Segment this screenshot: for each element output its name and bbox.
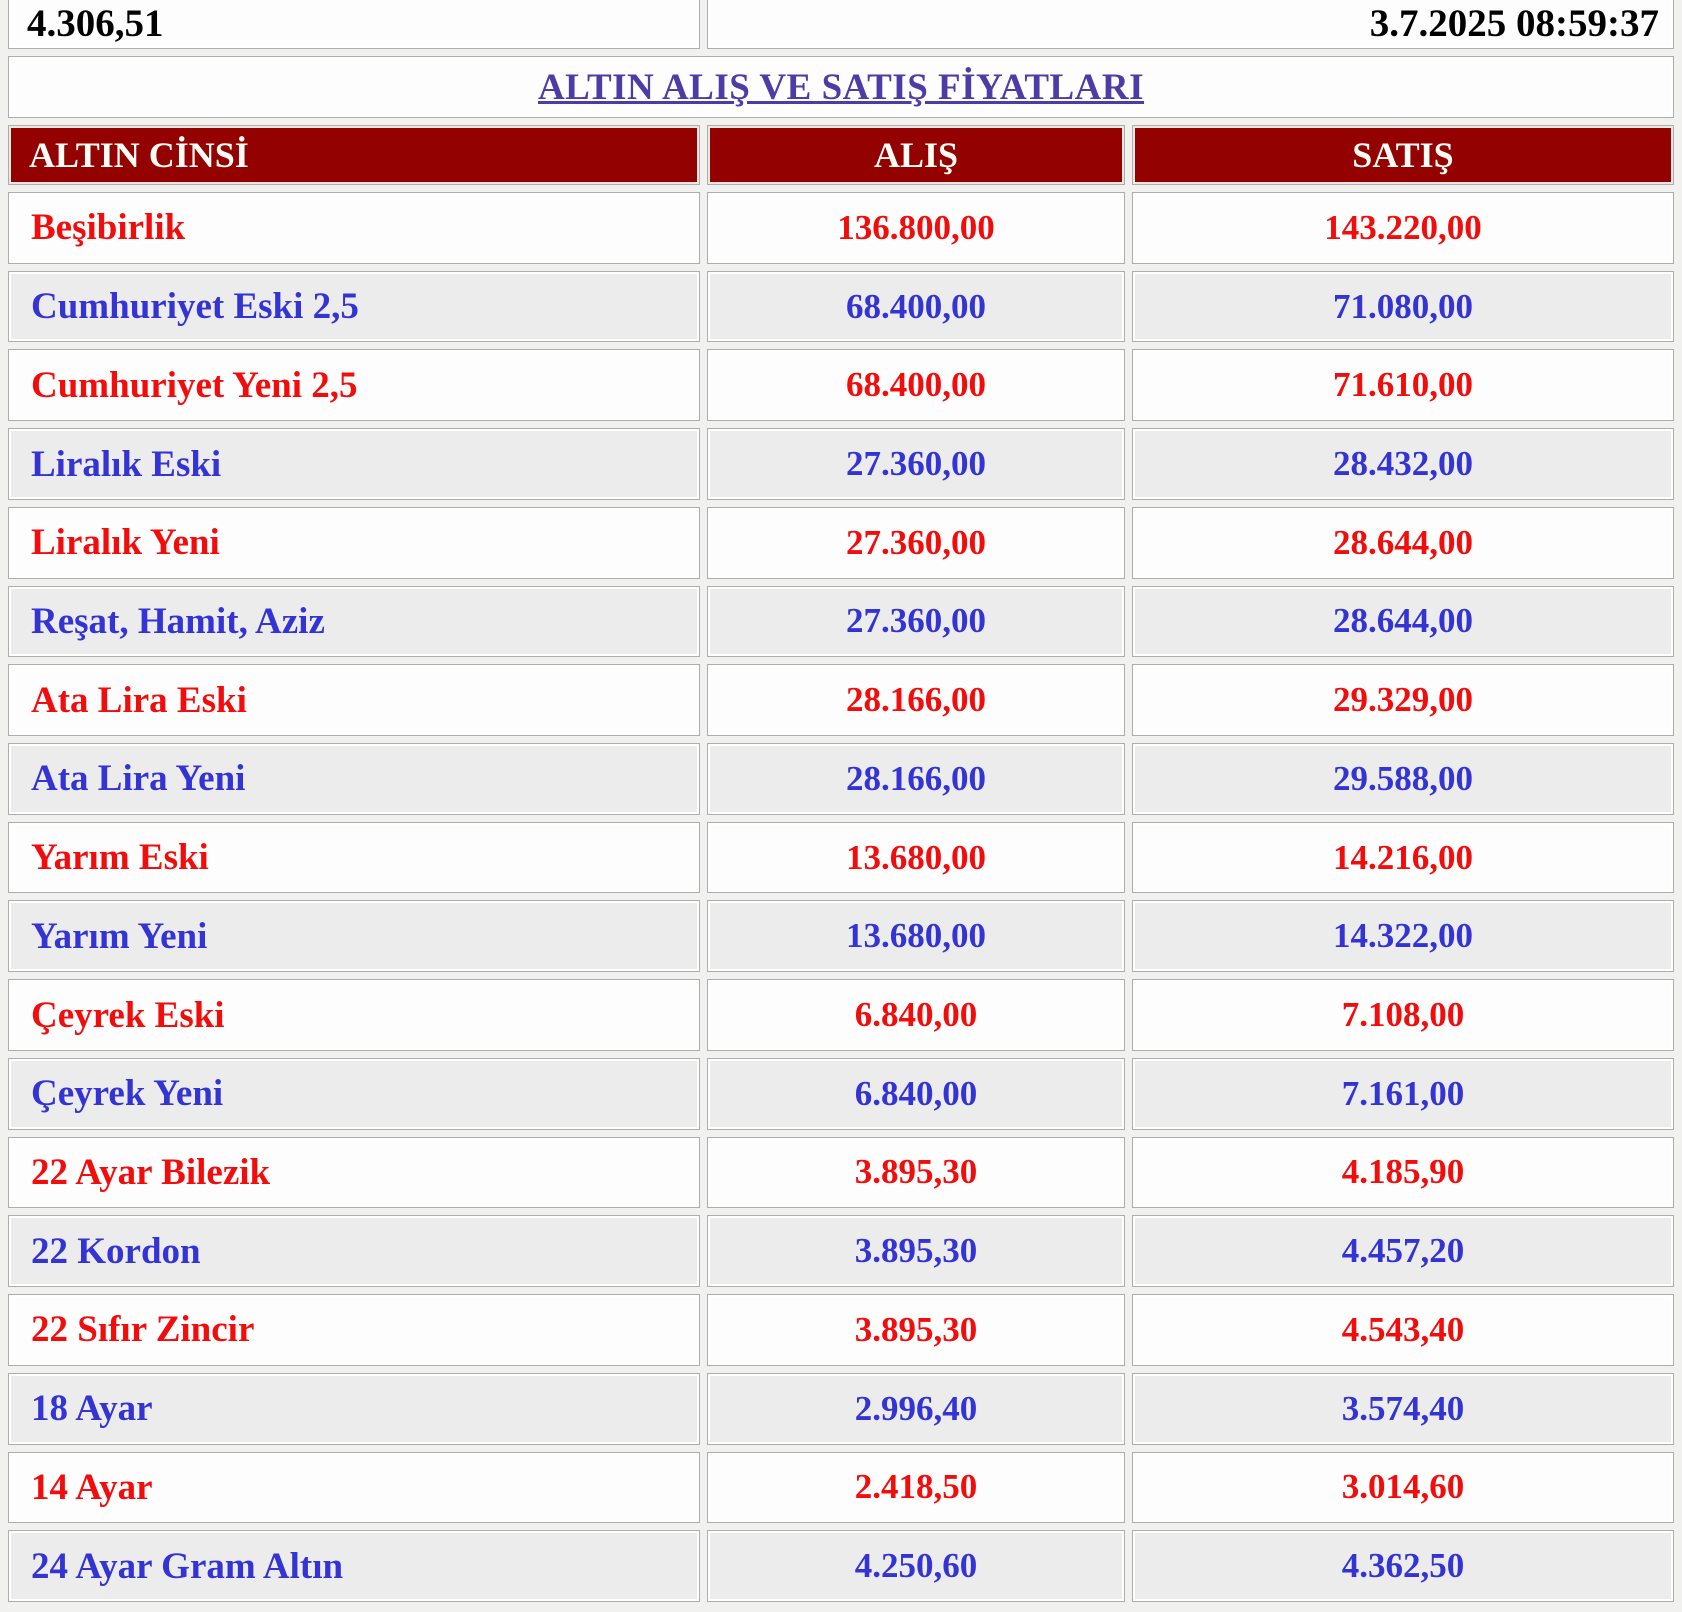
row-buy-value: 6.840,00 [707,979,1125,1051]
row-sell-value: 14.322,00 [1132,900,1674,973]
row-buy-value: 3.895,30 [707,1136,1125,1209]
row-name: Çeyrek Eski [8,979,700,1051]
row-name: 24 Ayar Gram Altın [8,1530,700,1602]
row-name: Ata Lira Eski [8,664,700,737]
table-row: 22 Kordon 3.895,30 4.457,20 [8,1215,1674,1288]
table-row: Cumhuriyet Yeni 2,5 68.400,00 71.610,00 [8,349,1674,422]
row-name: 14 Ayar [8,1451,700,1524]
table-row: Reşat, Hamit, Aziz 27.360,00 28.644,00 [8,585,1674,658]
row-name: 22 Kordon [8,1215,700,1288]
row-sell-value: 7.108,00 [1132,979,1674,1051]
column-header-sell: SATIŞ [1132,125,1674,185]
table-row: 14 Ayar 2.418,50 3.014,60 [8,1451,1674,1524]
table-row: Çeyrek Eski 6.840,00 7.108,00 [8,979,1674,1051]
row-buy-value: 27.360,00 [707,428,1125,500]
row-buy-value: 13.680,00 [707,900,1125,973]
row-name: 22 Ayar Bilezik [8,1136,700,1209]
row-name: Beşibirlik [8,192,700,264]
table-header-row: ALTIN CİNSİ ALIŞ SATIŞ [8,125,1674,185]
gold-prices-page: 4.306,51 3.7.2025 08:59:37 ALTIN ALIŞ VE… [0,0,1682,1612]
row-buy-value: 136.800,00 [707,192,1125,264]
table-row: 22 Sıfır Zincir 3.895,30 4.543,40 [8,1294,1674,1366]
row-buy-value: 27.360,00 [707,506,1125,579]
table-row: Liralık Yeni 27.360,00 28.644,00 [8,506,1674,579]
row-sell-value: 71.610,00 [1132,349,1674,422]
row-buy-value: 2.996,40 [707,1372,1125,1445]
timestamp-text: 3.7.2025 08:59:37 [1369,1,1659,45]
table-row: Çeyrek Yeni 6.840,00 7.161,00 [8,1057,1674,1130]
row-sell-value: 4.543,40 [1132,1294,1674,1366]
row-sell-value: 7.161,00 [1132,1057,1674,1130]
row-name: 22 Sıfır Zincir [8,1294,700,1366]
table-row: Liralık Eski 27.360,00 28.432,00 [8,428,1674,500]
row-sell-value: 4.362,50 [1132,1530,1674,1602]
table-row: Yarım Yeni 13.680,00 14.322,00 [8,900,1674,973]
row-buy-value: 28.166,00 [707,664,1125,737]
row-buy-value: 4.250,60 [707,1530,1125,1602]
column-header-buy: ALIŞ [707,125,1125,185]
gram-gold-value: 4.306,51 [8,0,700,49]
table-body: Beşibirlik 136.800,00 143.220,00 Cumhuri… [8,192,1674,1602]
table-row: Yarım Eski 13.680,00 14.216,00 [8,821,1674,894]
table-row: 18 Ayar 2.996,40 3.574,40 [8,1372,1674,1445]
row-buy-value: 3.895,30 [707,1215,1125,1288]
row-sell-value: 143.220,00 [1132,192,1674,264]
timestamp: 3.7.2025 08:59:37 [707,0,1674,49]
table-row: Cumhuriyet Eski 2,5 68.400,00 71.080,00 [8,270,1674,343]
row-sell-value: 14.216,00 [1132,821,1674,894]
gram-gold-value-text: 4.306,51 [27,1,164,45]
column-header-type: ALTIN CİNSİ [8,125,700,185]
row-name: Yarım Yeni [8,900,700,973]
page-title-link[interactable]: ALTIN ALIŞ VE SATIŞ FİYATLARI [538,66,1144,109]
row-buy-value: 2.418,50 [707,1451,1125,1524]
table-row: 24 Ayar Gram Altın 4.250,60 4.362,50 [8,1530,1674,1602]
row-name: Liralık Yeni [8,506,700,579]
table-row: Ata Lira Yeni 28.166,00 29.588,00 [8,743,1674,815]
row-sell-value: 29.588,00 [1132,743,1674,815]
row-sell-value: 29.329,00 [1132,664,1674,737]
row-name: Ata Lira Yeni [8,743,700,815]
row-sell-value: 4.185,90 [1132,1136,1674,1209]
title-bar: ALTIN ALIŞ VE SATIŞ FİYATLARI [8,56,1674,118]
row-name: Cumhuriyet Yeni 2,5 [8,349,700,422]
row-name: Yarım Eski [8,821,700,894]
row-buy-value: 68.400,00 [707,270,1125,343]
top-bar: 4.306,51 3.7.2025 08:59:37 [8,0,1674,49]
title-cell: ALTIN ALIŞ VE SATIŞ FİYATLARI [8,56,1674,118]
table-row: Beşibirlik 136.800,00 143.220,00 [8,192,1674,264]
row-sell-value: 71.080,00 [1132,270,1674,343]
row-buy-value: 6.840,00 [707,1057,1125,1130]
row-buy-value: 3.895,30 [707,1294,1125,1366]
row-sell-value: 28.644,00 [1132,506,1674,579]
row-name: Liralık Eski [8,428,700,500]
row-sell-value: 3.574,40 [1132,1372,1674,1445]
row-name: Çeyrek Yeni [8,1057,700,1130]
row-buy-value: 27.360,00 [707,585,1125,658]
row-buy-value: 13.680,00 [707,821,1125,894]
row-sell-value: 28.644,00 [1132,585,1674,658]
table-row: Ata Lira Eski 28.166,00 29.329,00 [8,664,1674,737]
table-row: 22 Ayar Bilezik 3.895,30 4.185,90 [8,1136,1674,1209]
row-buy-value: 68.400,00 [707,349,1125,422]
row-sell-value: 4.457,20 [1132,1215,1674,1288]
row-name: 18 Ayar [8,1372,700,1445]
row-sell-value: 28.432,00 [1132,428,1674,500]
row-buy-value: 28.166,00 [707,743,1125,815]
row-name: Cumhuriyet Eski 2,5 [8,270,700,343]
row-sell-value: 3.014,60 [1132,1451,1674,1524]
row-name: Reşat, Hamit, Aziz [8,585,700,658]
